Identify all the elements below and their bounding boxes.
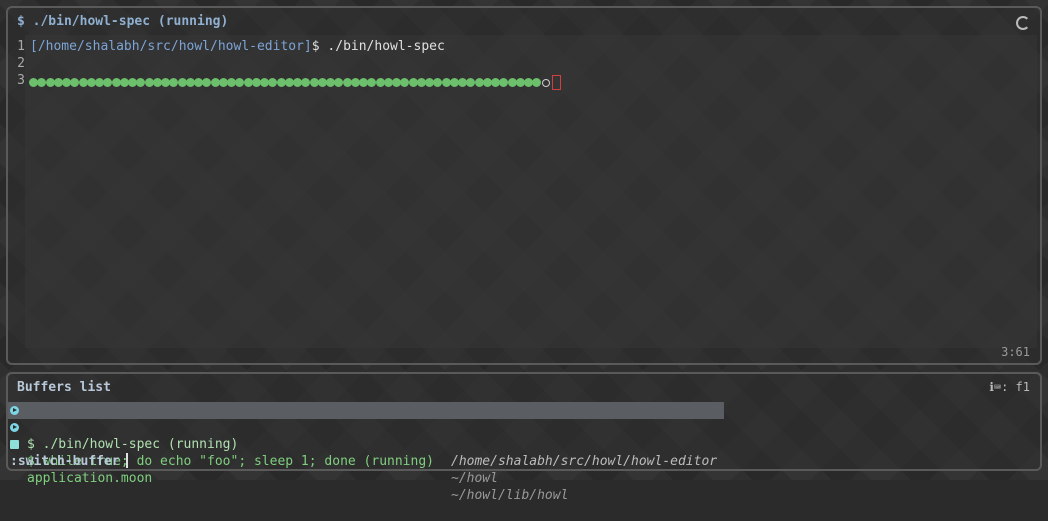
passed-spec-dot [400,78,410,87]
buffer-row[interactable]: $ ./bin/howl-spec (running) /home/shalab… [8,402,724,469]
line-number: 3 [17,73,25,88]
cursor-position: 3:61 [1001,345,1030,359]
buffer-dir: ~/howl [451,471,498,486]
passed-spec-dot [532,78,542,87]
passed-spec-dot [169,78,179,87]
passed-spec-dot [466,78,476,87]
cwd-path: [/home/shalabh/src/howl/howl-editor] [30,39,312,54]
buffers-title: Buffers list [17,380,111,395]
file-icon [10,440,19,449]
command-prompt[interactable]: :switch-buffer [10,453,128,469]
passed-spec-dot [70,78,80,87]
process-icon [10,406,19,415]
line-number: 1 [17,39,25,54]
buffer-row[interactable]: application.moon ~/howl/lib/howl [8,436,724,503]
spec-progress-dots [29,75,561,90]
terminal-line-1: [/home/shalabh/src/howl/howl-editor]$ ./… [30,38,445,55]
passed-spec-dot [37,78,47,87]
passed-spec-dot [202,78,212,87]
prompt-text: :switch-buffer [10,454,120,469]
editor-cursor [551,75,561,90]
help-hint: ℹ⌨: f1 [989,380,1030,394]
passed-spec-dot [334,78,344,87]
passed-spec-dot [268,78,278,87]
command-text: $ ./bin/howl-spec [311,39,445,54]
buffer-dir: ~/howl/lib/howl [451,488,569,503]
passed-spec-dot [499,78,509,87]
line-number: 2 [17,56,25,71]
line-gutter: 1 2 3 [13,38,25,89]
process-icon [10,423,19,432]
passed-spec-dot [136,78,146,87]
buffer-name: application.moon [27,471,153,486]
pending-spec-dot [541,78,550,87]
passed-spec-dot [103,78,113,87]
spinner-icon [1016,16,1030,30]
passed-spec-dot [367,78,377,87]
passed-spec-dot [235,78,245,87]
buffers-pane[interactable]: Buffers list ℹ⌨: f1 $ ./bin/howl-spec (r… [6,372,1042,503]
buffer-row[interactable]: $ while true; do echo "foo"; sleep 1; do… [8,419,724,486]
buffer-dir: /home/shalabh/src/howl/howl-editor [451,454,718,469]
passed-spec-dot [433,78,443,87]
editor-pane[interactable]: $ ./bin/howl-spec (running) 1 2 3 [/home… [6,6,1042,365]
text-cursor [125,453,128,468]
editor-title: $ ./bin/howl-spec (running) [17,14,229,29]
passed-spec-dot [301,78,311,87]
